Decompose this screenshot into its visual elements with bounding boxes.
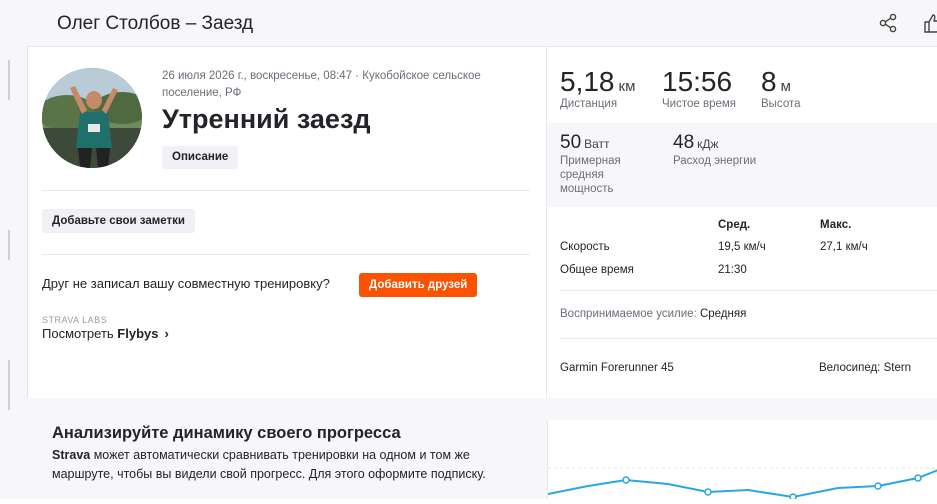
divider	[560, 338, 937, 339]
add-notes-button[interactable]: Добавьте свои заметки	[42, 209, 195, 233]
thumbs-up-icon[interactable]	[923, 13, 937, 33]
bike-info: Велосипед: Stern	[819, 362, 912, 374]
stat-label: Высота	[761, 98, 801, 110]
stat-energy: 48 кДж Расход энергии	[673, 132, 756, 168]
strava-labs-label: STRAVA LABS	[42, 315, 108, 325]
stat-value: 5,18 км	[560, 66, 636, 97]
chart-point	[914, 474, 922, 482]
left-rail	[0, 0, 28, 499]
page-title: Олег Столбов – Заезд	[57, 13, 254, 34]
stat-moving-time: 15:56 Чистое время	[662, 66, 736, 110]
device-name: Garmin Forerunner 45	[560, 362, 674, 374]
friend-prompt: Друг не записал вашу совместную трениров…	[42, 276, 330, 291]
progress-chart	[547, 467, 937, 501]
chart-point	[704, 488, 712, 496]
rail-mark	[8, 230, 10, 260]
divider	[42, 254, 530, 255]
column-avg: Сред.	[718, 219, 751, 231]
divider	[42, 190, 530, 191]
flybys-word: Flybys	[117, 326, 159, 341]
activity-title: Утренний заезд	[162, 104, 371, 134]
stat-value: 15:56	[662, 66, 733, 97]
activity-meta: 26 июля 2026 г., воскресенье, 08:47 · Ку…	[162, 70, 481, 99]
banner-title: Анализируйте динамику своего прогресса	[52, 424, 401, 442]
row-label: Общее время	[560, 264, 634, 276]
chart-point	[874, 482, 882, 490]
flybys-link[interactable]: Посмотреть Flybys ›	[42, 326, 169, 341]
description-button[interactable]: Описание	[162, 146, 239, 169]
chevron-right-icon: ›	[164, 326, 169, 341]
rail-mark	[8, 60, 10, 100]
stat-distance: 5,18 км Дистанция	[560, 66, 635, 110]
row-avg: 21:30	[718, 264, 747, 276]
avatar[interactable]	[42, 68, 142, 168]
perceived-effort: Воспринимаемое усилие: Средняя	[560, 308, 747, 320]
add-friends-button[interactable]: Добавить друзей	[359, 273, 478, 297]
progress-chart-preview	[547, 420, 937, 501]
banner-body: Strava может автоматически сравнивать тр…	[52, 448, 486, 481]
stat-value: 8м	[761, 66, 791, 97]
flybys-prefix: Посмотреть	[42, 326, 118, 341]
row-label: Скорость	[560, 241, 610, 253]
stat-label: Дистанция	[560, 98, 618, 110]
stat-label: Расход энергии	[673, 155, 757, 167]
row-avg: 19,5 км/ч	[718, 241, 766, 253]
chart-point	[622, 476, 630, 484]
column-divider	[546, 46, 547, 398]
page-header: Олег Столбов – Заезд	[27, 0, 937, 47]
stat-power: 50 Ватт Примерная средняя мощность	[560, 132, 650, 196]
row-max: 27,1 км/ч	[820, 241, 868, 253]
avatar-photo	[42, 68, 142, 168]
divider	[560, 290, 937, 291]
chart-point	[789, 493, 797, 501]
stat-label: Примерная средняя мощность	[560, 155, 621, 195]
stat-label: Чистое время	[662, 98, 736, 110]
stat-elevation: 8м Высота	[761, 66, 801, 110]
stat-value: 48 кДж	[673, 132, 719, 153]
stat-value: 50 Ватт	[560, 132, 610, 153]
rail-mark	[8, 360, 10, 410]
column-max: Макс.	[820, 219, 852, 231]
secondary-stats: 50 Ватт Примерная средняя мощность 48 кДж …	[547, 123, 937, 207]
share-icon[interactable]	[878, 13, 898, 33]
